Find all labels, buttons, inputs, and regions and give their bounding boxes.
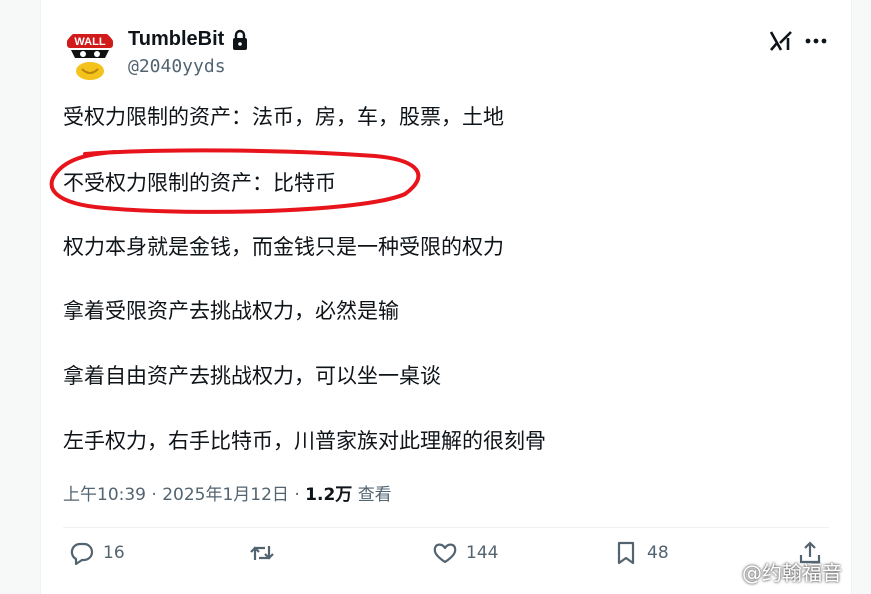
display-name[interactable]: TumbleBit	[128, 28, 224, 51]
more-icon[interactable]	[804, 30, 828, 52]
post-line: 拿着自由资产去挑战权力，可以坐一桌谈	[63, 364, 441, 388]
reply-button[interactable]: 16	[69, 540, 125, 566]
grok-icon[interactable]	[768, 28, 794, 54]
bookmark-button[interactable]: 48	[613, 540, 669, 566]
post-line-highlighted: 不受权力限制的资产：比特币	[63, 171, 336, 195]
watermark: @约翰福音	[712, 557, 842, 586]
repost-icon	[250, 546, 274, 560]
meta-separator: ·	[294, 485, 300, 505]
post-date[interactable]: 2025年1月12日	[162, 485, 289, 505]
post-line: 受权力限制的资产：法币，房，车，股票，土地	[63, 105, 504, 129]
bookmark-icon	[617, 541, 635, 565]
like-count: 144	[466, 543, 499, 563]
post-line: 权力本身就是金钱，而金钱只是一种受限的权力	[63, 235, 504, 259]
lock-icon	[233, 29, 248, 50]
post-line: 左手权力，右手比特币，川普家族对此理解的很刻骨	[63, 429, 546, 453]
avatar[interactable]: WALL	[63, 28, 117, 82]
avatar-text: WALL	[74, 36, 105, 48]
views-label: 查看	[357, 485, 392, 505]
divider	[63, 527, 829, 528]
views-count: 1.2万	[305, 485, 353, 505]
watermark-text: @约翰福音	[742, 561, 842, 585]
post-meta: 上午10:39 · 2025年1月12日 · 1.2万 查看	[63, 480, 392, 505]
author-name-row: TumbleBit	[128, 28, 250, 51]
like-icon	[433, 543, 457, 564]
bookmark-count: 48	[647, 543, 669, 563]
avatar-image: WALL	[63, 28, 117, 82]
post-card: WALL TumbleBit @2040yyds 受权力限制的资产：法币，房，车…	[40, 0, 852, 594]
reply-icon	[70, 542, 94, 566]
repost-button[interactable]	[249, 540, 283, 566]
reply-count: 16	[103, 543, 125, 563]
author-handle[interactable]: @2040yyds	[128, 56, 226, 77]
meta-separator: ·	[151, 485, 157, 505]
post-time[interactable]: 上午10:39	[63, 485, 146, 505]
post-line: 拿着受限资产去挑战权力，必然是输	[63, 299, 399, 323]
watermark-logo-icon	[713, 560, 737, 583]
like-button[interactable]: 144	[432, 540, 498, 566]
